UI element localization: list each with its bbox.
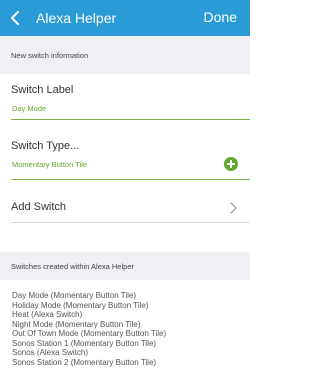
list-item: Day Mode (Momentary Button Tile) <box>12 291 137 300</box>
switch-label-label: Switch Label <box>11 84 74 96</box>
chevron-left-icon[interactable] <box>8 9 24 27</box>
list-item: Sonos Station 2 (Momentary Button Tile) <box>12 357 157 367</box>
existing-switches-section-title: Switches created within Alexa Helper <box>11 262 134 271</box>
navigation-bar: Alexa Helper Done <box>0 0 250 36</box>
add-switch-label: Add Switch <box>11 201 67 213</box>
add-switch-divider <box>11 222 250 223</box>
page-title: Alexa Helper <box>36 10 117 26</box>
done-button[interactable]: Done <box>204 9 237 25</box>
list-item: Night Mode (Momentary Button Tile) <box>12 319 141 329</box>
list-item: Holiday Mode (Momentary Button Tile) <box>12 300 149 310</box>
switch-label-underline <box>11 119 250 120</box>
new-switch-section-title: New switch information <box>11 51 89 60</box>
add-switch-row[interactable]: Add Switch <box>0 195 250 221</box>
new-switch-section-header: New switch information <box>0 36 250 74</box>
chevron-right-icon[interactable] <box>228 201 238 215</box>
list-item: Sonos (Alexa Switch) <box>12 348 89 357</box>
switch-type-underline <box>11 179 250 180</box>
switch-type-select[interactable]: Momentary Button Tile <box>12 160 87 169</box>
switch-label-input[interactable]: Day Mode <box>12 104 46 113</box>
plus-circle-icon[interactable] <box>224 157 238 171</box>
list-item: Out Of Town Mode (Momentary Button Tile) <box>12 329 167 338</box>
existing-switches-section-header: Switches created within Alexa Helper <box>0 252 250 280</box>
list-item: Sonos Station 1 (Momentary Button Tile) <box>12 338 157 348</box>
switch-type-label: Switch Type... <box>11 140 80 152</box>
list-item: Heat (Alexa Switch) <box>12 310 83 319</box>
existing-switches-list: Day Mode (Momentary Button Tile) Holiday… <box>12 291 244 367</box>
